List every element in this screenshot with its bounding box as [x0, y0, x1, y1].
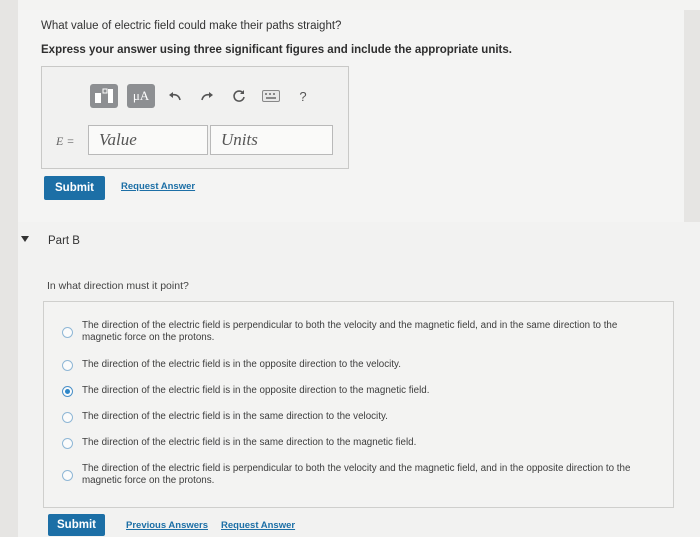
radio-3[interactable] — [62, 412, 73, 423]
undo-button[interactable] — [164, 84, 186, 108]
page: What value of electric field could make … — [0, 0, 700, 537]
redo-button[interactable] — [196, 84, 218, 108]
radio-1[interactable] — [62, 360, 73, 371]
top-strip — [18, 0, 700, 10]
units-label: μA — [132, 88, 150, 103]
part-b-request-answer-link[interactable]: Request Answer — [221, 520, 295, 531]
radio-4[interactable] — [62, 438, 73, 449]
part-a-request-answer-link[interactable]: Request Answer — [121, 181, 195, 192]
option-4-label: The direction of the electric field is i… — [82, 437, 417, 448]
value-input[interactable]: Value — [88, 125, 208, 155]
previous-answers-link[interactable]: Previous Answers — [126, 520, 208, 531]
keyboard-button[interactable] — [260, 84, 282, 108]
option-1[interactable]: The direction of the electric field is i… — [44, 359, 644, 373]
math-toolbar: μA ? — [90, 84, 324, 108]
option-4[interactable]: The direction of the electric field is i… — [44, 437, 644, 451]
help-icon: ? — [299, 88, 307, 104]
collapse-caret-icon[interactable] — [21, 236, 29, 242]
part-b-question: In what direction must it point? — [47, 280, 189, 292]
reset-button[interactable] — [228, 84, 250, 108]
part-a-submit-button[interactable]: Submit — [44, 176, 105, 200]
radio-5[interactable] — [62, 470, 73, 481]
options-box: The direction of the electric field is p… — [43, 301, 674, 508]
reset-icon — [233, 90, 245, 102]
help-button[interactable]: ? — [292, 84, 314, 108]
option-2-label: The direction of the electric field is i… — [82, 385, 430, 396]
option-5[interactable]: The direction of the electric field is p… — [44, 463, 644, 489]
radio-0[interactable] — [62, 327, 73, 338]
keyboard-icon — [262, 90, 280, 102]
variable-label: E = — [56, 134, 75, 148]
option-2[interactable]: The direction of the electric field is i… — [44, 385, 644, 399]
templates-button[interactable] — [90, 84, 118, 108]
templates-icon — [95, 88, 113, 103]
part-b-submit-button[interactable]: Submit — [48, 514, 105, 536]
undo-icon — [169, 92, 181, 101]
option-0[interactable]: The direction of the electric field is p… — [44, 320, 644, 346]
part-a-question: What value of electric field could make … — [41, 20, 342, 32]
redo-icon — [201, 92, 213, 101]
part-a-instruction: Express your answer using three signific… — [41, 44, 512, 56]
option-3[interactable]: The direction of the electric field is i… — [44, 411, 644, 425]
radio-2-selected[interactable] — [62, 386, 73, 397]
option-1-label: The direction of the electric field is i… — [82, 359, 401, 370]
units-input[interactable]: Units — [210, 125, 333, 155]
option-5-label: The direction of the electric field is p… — [82, 463, 631, 486]
answer-box: μA ? E = Value Units — [41, 66, 349, 169]
part-b-title: Part B — [48, 235, 80, 247]
option-3-label: The direction of the electric field is i… — [82, 411, 388, 422]
option-0-label: The direction of the electric field is p… — [82, 320, 618, 343]
units-button[interactable]: μA — [127, 84, 155, 108]
